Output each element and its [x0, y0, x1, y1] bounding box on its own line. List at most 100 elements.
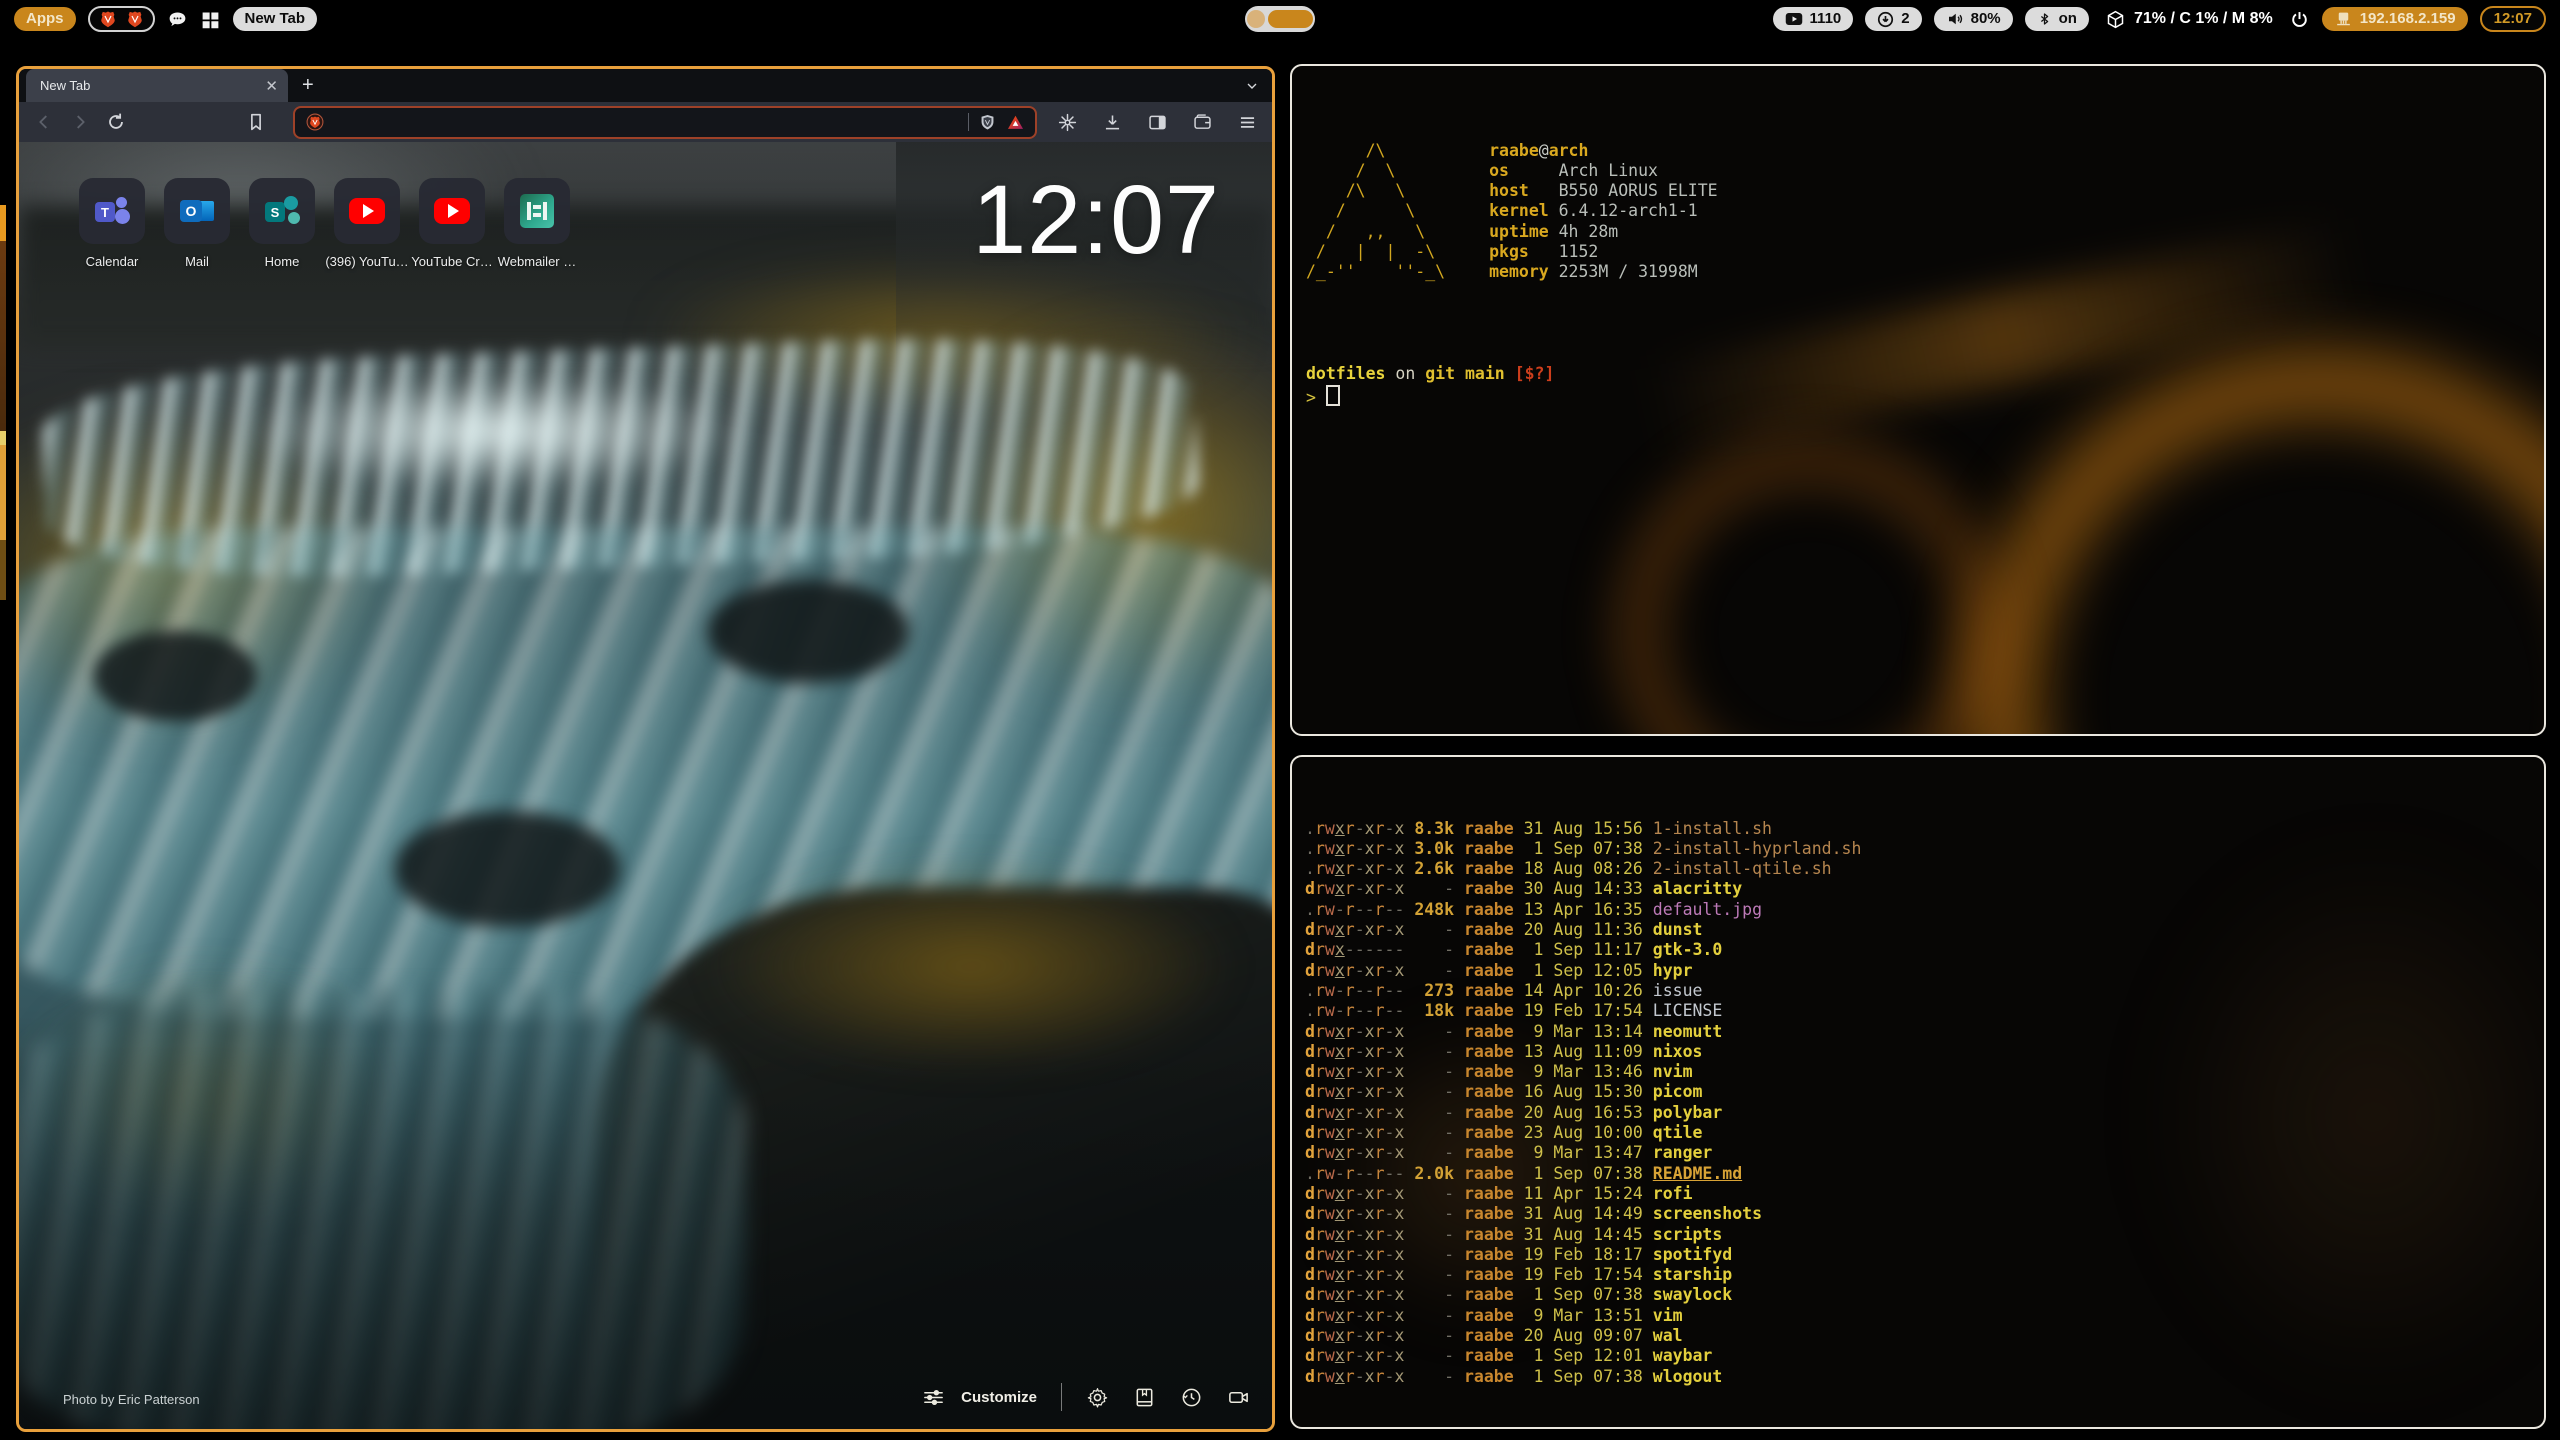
tron-glow [1618, 440, 2002, 736]
photo-credit: Photo by Eric Patterson [63, 1392, 200, 1407]
menu-icon[interactable] [1237, 112, 1258, 133]
apps-button[interactable]: Apps [14, 7, 76, 31]
chat-bubble-icon[interactable] [167, 9, 188, 30]
sliders-icon[interactable] [922, 1386, 945, 1409]
updates-pill[interactable]: 2 [1865, 7, 1921, 31]
file-row: drwxr-xr-x - raabe 31 Aug 14:49 screensh… [1305, 1204, 2544, 1224]
browser-toolbar [19, 102, 1272, 142]
clock-pill[interactable]: 12:07 [2480, 6, 2546, 32]
terminal-file-list[interactable]: .rwxr-xr-x 8.3k raabe 31 Aug 15:56 1-ins… [1290, 755, 2546, 1429]
tab-search-chevron-icon[interactable] [1244, 78, 1260, 94]
shortcut-tile[interactable]: S [249, 178, 315, 244]
brave-rewards-icon[interactable] [305, 112, 325, 132]
leo-ai-icon[interactable] [1057, 112, 1078, 133]
bluetooth-pill[interactable]: on [2025, 7, 2089, 31]
bluetooth-icon [2037, 10, 2052, 28]
shortcut-label: Calendar [86, 254, 139, 269]
screen-edge-decoration [0, 0, 6, 1440]
reload-icon[interactable] [105, 111, 127, 133]
shortcut-sharepoint[interactable]: SHome [249, 178, 315, 244]
file-row: .rw-r--r-- 248k raabe 13 Apr 16:35 defau… [1305, 900, 2544, 920]
back-icon[interactable] [33, 111, 55, 133]
apps-label: Apps [26, 10, 64, 28]
volume-pill[interactable]: 80% [1934, 7, 2013, 31]
customize-button[interactable]: Customize [961, 1389, 1037, 1406]
customize-separator [1061, 1383, 1062, 1411]
fastfetch-output: /\ / \ /\ \ / \ / ,, \ / | | -\ /_-'' ''… [1292, 66, 2544, 448]
window-title: New Tab [245, 10, 306, 28]
terminal-fastfetch[interactable]: /\ / \ /\ \ / \ / ,, \ / | | -\ /_-'' ''… [1290, 64, 2546, 736]
shortcut-webmailer[interactable]: Webmailer … [504, 178, 570, 244]
shortcut-label: Home [265, 254, 300, 269]
brave-workspace-icon [126, 10, 144, 28]
speaker-icon [1946, 10, 1964, 28]
file-row: drwxr-xr-x - raabe 9 Mar 13:14 neomutt [1305, 1022, 2544, 1042]
shortcut-tile[interactable]: T [79, 178, 145, 244]
file-row: drwxr-xr-x - raabe 9 Mar 13:51 vim [1305, 1306, 2544, 1326]
file-row: .rw-r--r-- 2.0k raabe 1 Sep 07:38 README… [1305, 1164, 2544, 1184]
file-row: drwxr-xr-x - raabe 1 Sep 12:01 waybar [1305, 1346, 2544, 1366]
bat-token-icon[interactable] [1006, 113, 1025, 132]
youtube-counter-pill[interactable]: 1110 [1773, 7, 1854, 31]
ethernet-icon [2334, 11, 2353, 27]
youtube-count: 1110 [1810, 10, 1842, 28]
file-row: drwxr-xr-x - raabe 1 Sep 12:05 hypr [1305, 961, 2544, 981]
file-row: drwxr-xr-x - raabe 9 Mar 13:46 nvim [1305, 1062, 2544, 1082]
youtube-icon [1785, 12, 1803, 26]
file-row: .rwxr-xr-x 8.3k raabe 31 Aug 15:56 1-ins… [1305, 819, 2544, 839]
file-row: drwxr-xr-x - raabe 1 Sep 07:38 wlogout [1305, 1367, 2544, 1387]
shortcut-tile[interactable] [334, 178, 400, 244]
shortcut-outlook[interactable]: OMail [164, 178, 230, 244]
ntp-clock: 12:07 [972, 164, 1220, 276]
shortcut-tile[interactable]: O [164, 178, 230, 244]
shortcut-teams[interactable]: TCalendar [79, 178, 145, 244]
file-row: .rw-r--r-- 18k raabe 19 Feb 17:54 LICENS… [1305, 1001, 2544, 1021]
tab-close-icon[interactable]: ✕ [265, 77, 278, 95]
bookmarks-book-icon[interactable] [1133, 1386, 1156, 1409]
power-icon[interactable] [2289, 9, 2310, 30]
file-row: drwxr-xr-x - raabe 23 Aug 10:00 qtile [1305, 1123, 2544, 1143]
fastfetch-art: /\ / \ /\ \ / \ / ,, \ / | | -\ /_-'' ''… [1306, 141, 1445, 283]
address-bar[interactable] [293, 106, 1037, 139]
download-icon[interactable] [1102, 112, 1123, 133]
new-tab-button[interactable]: + [302, 74, 314, 97]
system-stats-text: 71% / C 1% / M 8% [2134, 10, 2273, 28]
sidebar-icon[interactable] [1147, 112, 1168, 133]
workspace-indicator[interactable] [88, 6, 155, 32]
file-row: drwxr-xr-x - raabe 31 Aug 14:45 scripts [1305, 1225, 2544, 1245]
edge-strip [0, 241, 6, 431]
center-toggle[interactable] [1245, 6, 1315, 32]
file-row: drwxr-xr-x - raabe 20 Aug 11:36 dunst [1305, 920, 2544, 940]
shortcut-label: YouTube Cr… [411, 254, 492, 269]
file-row: drwxr-xr-x - raabe 9 Mar 13:47 ranger [1305, 1143, 2544, 1163]
tab-title: New Tab [40, 78, 90, 93]
settings-gear-icon[interactable] [1086, 1386, 1109, 1409]
customize-bar: Customize [922, 1383, 1250, 1411]
system-stats[interactable]: 71% / C 1% / M 8% [2105, 9, 2273, 30]
edge-strip [0, 205, 6, 241]
file-row: drwxr-xr-x - raabe 20 Aug 09:07 wal [1305, 1326, 2544, 1346]
network-pill[interactable]: 192.168.2.159 [2322, 7, 2468, 31]
shortcut-youtube2[interactable]: YouTube Cr… [419, 178, 485, 244]
file-row: .rwxr-xr-x 3.0k raabe 1 Sep 07:38 2-inst… [1305, 839, 2544, 859]
status-bar: Apps New Tab 1110 [0, 0, 2560, 38]
shortcut-tile[interactable] [504, 178, 570, 244]
forward-icon[interactable] [69, 111, 91, 133]
file-row: drwxr-xr-x - raabe 30 Aug 14:33 alacritt… [1305, 879, 2544, 899]
bookmark-icon[interactable] [245, 111, 267, 133]
fastfetch-info: raabe@archos Arch Linuxhost B550 AORUS E… [1489, 141, 1718, 283]
history-icon[interactable] [1180, 1386, 1203, 1409]
terminal-cursor [1326, 385, 1340, 406]
brave-shields-icon[interactable] [978, 113, 997, 132]
shortcut-youtube[interactable]: (396) YouTu… [334, 178, 400, 244]
shortcut-tile[interactable] [419, 178, 485, 244]
video-camera-icon[interactable] [1227, 1386, 1250, 1409]
windows-logo-icon[interactable] [200, 9, 221, 30]
file-list-output: .rwxr-xr-x 8.3k raabe 31 Aug 15:56 1-ins… [1292, 757, 2544, 1429]
edge-strip [0, 445, 6, 540]
updates-count: 2 [1901, 10, 1909, 28]
window-title-pill[interactable]: New Tab [233, 7, 318, 31]
tab-new-tab[interactable]: New Tab ✕ [26, 69, 288, 102]
wallet-icon[interactable] [1192, 112, 1213, 133]
tab-strip: New Tab ✕ + [19, 69, 1272, 102]
